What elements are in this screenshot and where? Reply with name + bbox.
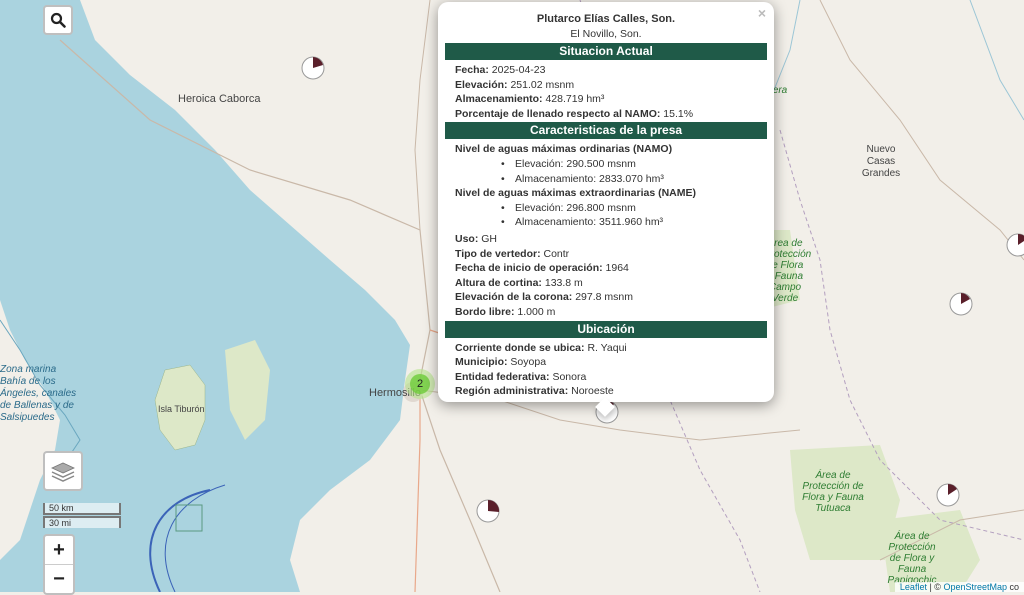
info-row-namo: Nivel de aguas máximas ordinarias (NAMO) (455, 143, 673, 156)
info-row-entidad: Entidad federativa: Sonora (455, 370, 587, 383)
list-item-namo-elevacion: Elevación: 290.500 msnm (445, 157, 767, 172)
list-item-name-elevacion: Elevación: 296.800 msnm (445, 201, 767, 216)
popup-title: Plutarco Elías Calles, Son. (536, 13, 676, 25)
place-label-caborca: Heroica Caborca (178, 93, 261, 105)
info-row-fecha-operacion: Fecha de inicio de operación: 1964 (455, 262, 629, 275)
section-header-situacion: Situacion Actual (445, 43, 767, 60)
place-label-protected-2: Área de Protección de Flora y Fauna Tutu… (802, 470, 864, 514)
place-label-nuevo-casas-grandes: Nuevo Casas Grandes (861, 144, 901, 179)
place-label-sea-area: Zona marina Bahía de los Ángeles, canale… (0, 364, 77, 423)
layers-icon (51, 462, 75, 482)
marker-cluster[interactable]: 2 (405, 369, 435, 399)
cluster-count: 2 (410, 374, 430, 394)
list-item-namo-almacenamiento: Almacenamiento: 2833.070 hm³ (445, 172, 767, 187)
zoom-control: + − (43, 534, 75, 595)
zoom-in-button[interactable]: + (45, 536, 73, 565)
attribution-tail: co (1006, 582, 1019, 592)
info-row-fecha: Fecha: 2025-04-23 (455, 64, 546, 76)
info-row-region: Región administrativa: Noroeste (455, 385, 614, 398)
section-header-caracteristicas: Caracteristicas de la presa (445, 122, 767, 140)
dam-marker[interactable] (475, 498, 501, 524)
info-row-corona: Elevación de la corona: 297.8 msnm (455, 291, 633, 304)
popup-close-button[interactable]: × (758, 5, 766, 21)
attribution-sep: | © (926, 582, 944, 592)
search-icon (50, 12, 66, 28)
osm-link[interactable]: OpenStreetMap (943, 582, 1007, 592)
dam-marker[interactable] (1005, 232, 1024, 258)
scale-km: 50 km (43, 503, 121, 515)
info-row-vertedor: Tipo de vertedor: Contr (455, 247, 570, 260)
attribution: Leaflet | © OpenStreetMap co (894, 582, 1024, 592)
zoom-out-button[interactable]: − (45, 565, 73, 593)
info-row-bordo: Bordo libre: 1.000 m (455, 305, 556, 318)
scale-mi: 30 mi (43, 516, 121, 528)
place-label-protected-3: Área de Protección de Flora y Fauna Papi… (887, 531, 937, 586)
search-button[interactable] (43, 5, 73, 35)
info-row-porcentaje: Porcentaje de llenado respecto al NAMO: … (455, 107, 694, 120)
place-label-isla-tiburon: Isla Tiburón (158, 404, 205, 414)
dam-marker[interactable] (948, 291, 974, 317)
section-header-ubicacion: Ubicación (445, 320, 767, 338)
info-row-uso: Uso: GH (455, 232, 498, 245)
list-item-name-almacenamiento: Almacenamiento: 3511.960 hm³ (445, 215, 767, 230)
leaflet-link[interactable]: Leaflet (900, 582, 927, 592)
info-row-elevacion: Elevación: 251.02 msnm (455, 78, 575, 91)
info-row-corriente: Corriente donde se ubica: R. Yaqui (455, 341, 627, 354)
info-row-name: Nivel de aguas máximas extraordinarias (… (455, 187, 697, 200)
info-row-almacenamiento: Almacenamiento: 428.719 hm³ (455, 93, 605, 106)
dam-marker[interactable] (935, 482, 961, 508)
popup-subtitle: El Novillo, Son. (570, 28, 642, 40)
dam-info-popup: × Plutarco Elías Calles, Son. El Novillo… (438, 2, 774, 417)
dam-marker[interactable] (300, 55, 326, 81)
info-row-altura: Altura de cortina: 133.8 m (455, 276, 583, 289)
layers-button[interactable] (43, 451, 83, 491)
info-row-municipio: Municipio: Soyopa (455, 356, 547, 369)
